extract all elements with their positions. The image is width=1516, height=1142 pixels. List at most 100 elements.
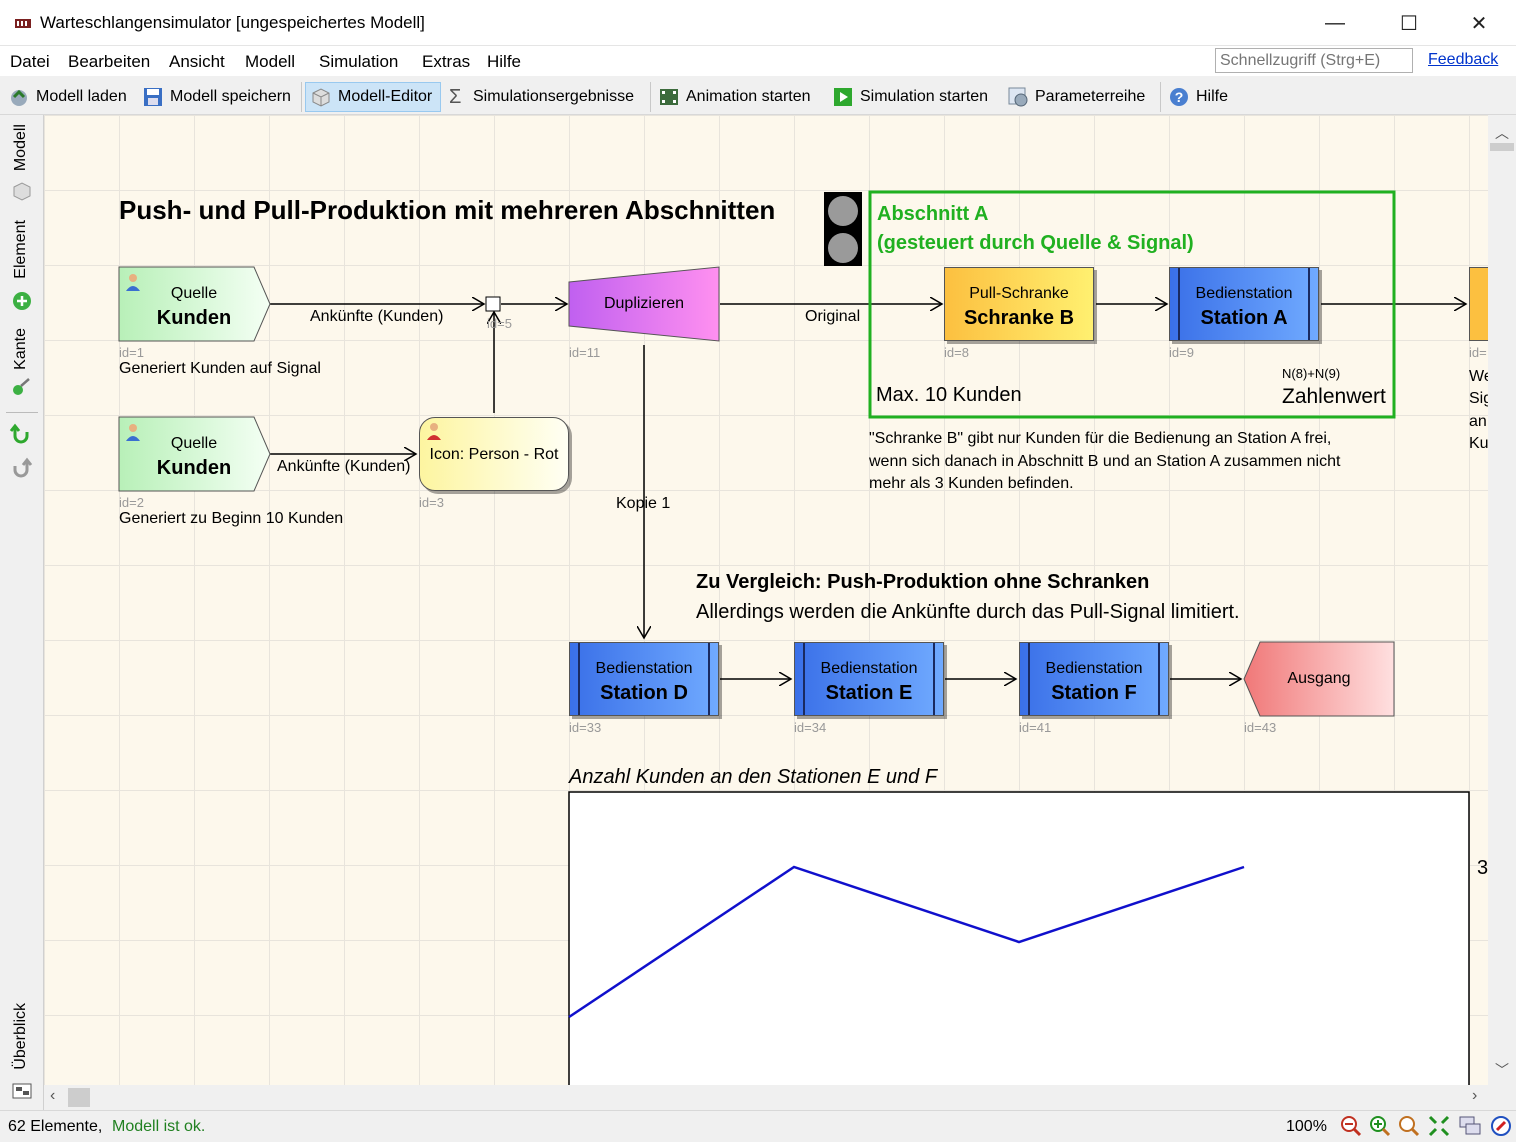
window-title: Warteschlangensimulator [ungespeichertes…: [40, 13, 425, 32]
start-simulation-button[interactable]: Simulation starten: [828, 82, 992, 112]
zoom-level: 100%: [1286, 1118, 1327, 1135]
station-d-node[interactable]: Bedienstation Station D: [569, 642, 719, 716]
redo-icon[interactable]: [9, 456, 33, 480]
start-animation-button[interactable]: Animation starten: [654, 82, 815, 112]
status-element-count: 62 Elemente,: [8, 1118, 103, 1135]
sidebar-tab-ueberblick[interactable]: Überblick: [12, 1003, 30, 1070]
sidebar-tab-element[interactable]: Element: [12, 220, 30, 279]
model-editor-label: Modell-Editor: [338, 88, 433, 105]
source2-type: Quelle: [170, 435, 218, 452]
station-d-id: id=33: [569, 720, 602, 735]
station-f-node[interactable]: Bedienstation Station F: [1019, 642, 1169, 716]
model-title[interactable]: Push- und Pull-Produktion mit mehreren A…: [119, 195, 775, 226]
feedback-link[interactable]: Feedback: [1428, 51, 1498, 69]
sigma-icon: Σ: [449, 86, 462, 108]
app-icon: [14, 14, 32, 32]
toolbar-separator: [1160, 82, 1161, 112]
model-editor-button[interactable]: Modell-Editor: [305, 82, 441, 112]
junction-node[interactable]: [485, 296, 501, 312]
vertical-scrollbar[interactable]: ︿ ﹀: [1488, 115, 1516, 1085]
menu-hilfe[interactable]: Hilfe: [487, 52, 521, 72]
horizontal-scroll-thumb[interactable]: [68, 1088, 90, 1107]
title-bar: Warteschlangensimulator [ungespeichertes…: [0, 0, 1516, 46]
fit-to-window-icon[interactable]: [1428, 1115, 1450, 1137]
barrier-note-line: "Schranke B" gibt nur Kunden für die Bed…: [869, 430, 1332, 447]
status-bar: 62 Elemente, Modell ist ok. 100%: [0, 1110, 1516, 1142]
menu-extras[interactable]: Extras: [422, 52, 470, 72]
compare-subtitle[interactable]: Allerdings werden die Ankünfte durch das…: [696, 601, 1240, 624]
zoom-reset-icon[interactable]: [1398, 1115, 1420, 1137]
station-d-name: Station D: [600, 682, 688, 704]
undo-icon[interactable]: [9, 422, 33, 446]
exit-label: Ausgang: [1287, 670, 1351, 687]
scroll-down-icon[interactable]: ﹀: [1495, 1060, 1509, 1080]
svg-text:?: ?: [1175, 89, 1184, 105]
junction-id: id=5: [487, 316, 512, 331]
station-d-type: Bedienstation: [595, 660, 693, 677]
zoom-in-icon[interactable]: [1369, 1115, 1391, 1137]
overview-windows-icon[interactable]: [1458, 1115, 1482, 1137]
menu-ansicht[interactable]: Ansicht: [169, 52, 225, 72]
scroll-up-icon[interactable]: ︿: [1495, 123, 1509, 143]
save-model-button[interactable]: Modell speichern: [138, 82, 295, 112]
simulation-results-button[interactable]: Σ Simulationsergebnisse: [445, 82, 638, 112]
source1-type: Quelle: [170, 285, 218, 302]
signal-lamp-top: [828, 196, 858, 226]
parameter-series-label: Parameterreihe: [1035, 88, 1146, 105]
save-model-label: Modell speichern: [170, 88, 291, 105]
sidebar-tab-kante[interactable]: Kante: [12, 328, 30, 370]
horizontal-scrollbar[interactable]: ‹ ›: [44, 1085, 1488, 1110]
minimize-icon: —: [1325, 11, 1345, 34]
scroll-left-icon[interactable]: ‹: [50, 1087, 55, 1105]
film-icon: [658, 86, 680, 108]
compare-title[interactable]: Zu Vergleich: Push-Produktion ohne Schra…: [696, 571, 1149, 594]
parameter-series-button[interactable]: Parameterreihe: [1003, 82, 1149, 112]
parameter-series-icon: [1007, 86, 1029, 108]
counter-expression: N(8)+N(9): [1282, 366, 1341, 381]
model-canvas[interactable]: Push- und Pull-Produktion mit mehreren A…: [44, 115, 1488, 1085]
sidebar-tab-modell[interactable]: Modell: [12, 124, 30, 171]
add-element-icon: [11, 290, 33, 312]
load-model-button[interactable]: Modell laden: [4, 82, 131, 112]
barrier-node[interactable]: Pull-Schranke Schranke B: [944, 267, 1094, 341]
source1-id: id=1: [119, 345, 144, 360]
help-icon: ?: [1168, 86, 1190, 108]
close-icon: ✕: [1470, 12, 1488, 35]
zoom-out-icon[interactable]: [1340, 1115, 1362, 1137]
exit-id: id=43: [1244, 720, 1277, 735]
menu-modell[interactable]: Modell: [245, 52, 295, 72]
minimize-button[interactable]: —: [1298, 0, 1372, 46]
play-icon: [832, 86, 854, 108]
icon-node-label: Icon: Person - Rot: [429, 446, 559, 463]
source1-name: Kunden: [156, 307, 232, 329]
offscreen-id: id=: [1469, 345, 1487, 360]
station-e-node[interactable]: Bedienstation Station E: [794, 642, 944, 716]
maximize-button[interactable]: ☐: [1372, 0, 1446, 46]
save-icon: [142, 86, 164, 108]
barrier-type: Pull-Schranke: [969, 285, 1069, 302]
scroll-right-icon[interactable]: ›: [1472, 1087, 1477, 1105]
station-a-node[interactable]: Bedienstation Station A: [1169, 267, 1319, 341]
station-f-name: Station F: [1051, 682, 1137, 704]
icon-node[interactable]: Icon: Person - Rot: [419, 417, 569, 491]
quick-access-input[interactable]: [1215, 48, 1413, 73]
help-button[interactable]: ? Hilfe: [1164, 82, 1232, 112]
close-button[interactable]: ✕: [1442, 0, 1516, 46]
barrier-note-line: mehr als 3 Kunden befinden.: [869, 475, 1074, 492]
offscreen-node[interactable]: [1469, 267, 1488, 341]
menu-simulation[interactable]: Simulation: [319, 52, 398, 72]
compass-icon[interactable]: [1490, 1115, 1512, 1137]
edge-label-arrivals-2: Ankünfte (Kunden): [277, 458, 411, 475]
station-f-id: id=41: [1019, 720, 1052, 735]
chart-y-tick-label: 3: [1477, 857, 1488, 879]
station-e-name: Station E: [825, 682, 913, 704]
menu-bearbeiten[interactable]: Bearbeiten: [68, 52, 150, 72]
counter-label[interactable]: Zahlenwert: [1282, 385, 1386, 409]
barrier-note: "Schranke B" gibt nur Kunden für die Bed…: [869, 428, 1340, 496]
chart-frame[interactable]: [568, 791, 1470, 1085]
menu-datei[interactable]: Datei: [10, 52, 50, 72]
simulation-results-label: Simulationsergebnisse: [473, 88, 634, 105]
offscreen-text-4: Ku: [1469, 435, 1488, 452]
vertical-scroll-thumb[interactable]: [1490, 143, 1514, 151]
station-e-id: id=34: [794, 720, 827, 735]
